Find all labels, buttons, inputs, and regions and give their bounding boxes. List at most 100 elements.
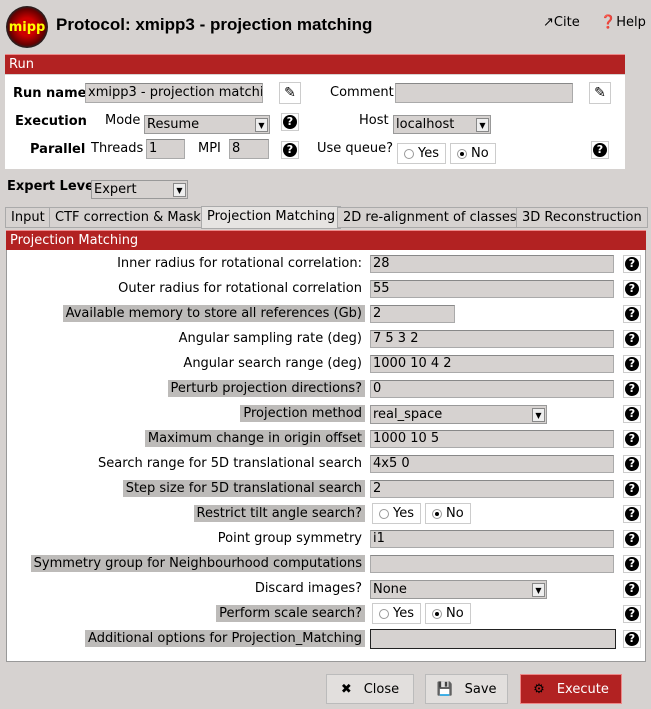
chevron-down-icon: ▼	[255, 118, 268, 132]
cite-link[interactable]: ↗Cite	[543, 15, 580, 30]
threads-label: Threads	[91, 141, 144, 156]
param-label-perturb-projection-directions: Perturb projection directions?	[167, 380, 365, 397]
help-icon[interactable]: ?	[623, 605, 641, 623]
close-icon: ✖	[340, 681, 352, 697]
no-radio[interactable]: No	[425, 603, 471, 624]
chevron-down-icon: ▼	[173, 183, 186, 197]
param-input-available-memory-to-store-all-references-gb[interactable]: 2	[370, 305, 455, 323]
param-label-discard-images: Discard images?	[254, 581, 362, 596]
param-input-search-range-for-5d-translational-search[interactable]: 4x5 0	[370, 455, 614, 473]
param-label-inner-radius-for-rotational-correlation: Inner radius for rotational correlation:	[117, 256, 362, 271]
param-label-symmetry-group-for-neighbourhood-computations: Symmetry group for Neighbourhood computa…	[30, 555, 365, 572]
param-label-search-range-for-5d-translational-search: Search range for 5D translational search	[98, 456, 362, 471]
tab-input[interactable]: Input	[5, 207, 51, 228]
help-icon[interactable]: ?	[623, 480, 641, 498]
param-input-angular-sampling-rate-deg[interactable]: 7 5 3 2	[370, 330, 614, 348]
queue-help-icon[interactable]: ?	[591, 141, 609, 159]
param-input-outer-radius-for-rotational-correlation[interactable]: 55	[370, 280, 614, 298]
host-label: Host	[359, 113, 389, 128]
tab-ctf-correction[interactable]: CTF correction & Mask	[49, 207, 207, 228]
help-icon[interactable]: ?	[623, 405, 641, 423]
param-input-maximum-change-in-origin-offset[interactable]: 1000 10 5	[370, 430, 614, 448]
param-label-maximum-change-in-origin-offset: Maximum change in origin offset	[144, 430, 365, 447]
queue-no-radio[interactable]: No	[450, 143, 496, 164]
param-input-inner-radius-for-rotational-correlation[interactable]: 28	[370, 255, 614, 273]
tab-3d-reconstruction[interactable]: 3D Reconstruction	[516, 207, 648, 228]
param-input-symmetry-group-for-neighbourhood-computations[interactable]	[370, 555, 614, 573]
tab-2d-realignment[interactable]: 2D re-alignment of classes	[337, 207, 523, 228]
execution-label: Execution	[15, 114, 87, 129]
param-input-point-group-symmetry[interactable]: i1	[370, 530, 614, 548]
param-label-outer-radius-for-rotational-correlation: Outer radius for rotational correlation	[118, 281, 362, 296]
run-name-label: Run name	[13, 86, 87, 101]
expert-level-select[interactable]: Expert ▼	[91, 180, 188, 199]
param-label-available-memory-to-store-all-references-gb: Available memory to store all references…	[62, 305, 365, 322]
chevron-down-icon: ▼	[532, 408, 545, 422]
chevron-down-icon: ▼	[532, 583, 545, 597]
param-label-additional-options-for-projection-matching: Additional options for Projection_Matchi…	[85, 630, 365, 647]
help-icon[interactable]: ?	[623, 280, 641, 298]
yes-radio[interactable]: Yes	[372, 603, 421, 624]
param-radio-group-perform-scale-search: Yes No	[372, 603, 471, 624]
threads-input[interactable]: 1	[146, 139, 185, 159]
help-icon[interactable]: ?	[623, 430, 641, 448]
run-section-header: Run	[5, 54, 625, 74]
help-icon[interactable]: ?	[623, 305, 641, 323]
comment-label: Comment	[330, 85, 394, 100]
expert-level-label: Expert Level	[7, 179, 99, 194]
help-icon[interactable]: ?	[623, 455, 641, 473]
help-icon[interactable]: ?	[623, 555, 641, 573]
param-radio-group-restrict-tilt-angle-search: Yes No	[372, 503, 471, 524]
mpi-label: MPI	[198, 141, 221, 156]
mode-select[interactable]: Resume ▼	[144, 115, 270, 134]
help-link[interactable]: ❓Help	[600, 15, 646, 30]
external-link-icon: ↗	[543, 15, 554, 30]
param-label-perform-scale-search: Perform scale search?	[216, 605, 365, 622]
yes-radio[interactable]: Yes	[372, 503, 421, 524]
param-input-angular-search-range-deg[interactable]: 1000 10 4 2	[370, 355, 614, 373]
parallel-help-icon[interactable]: ?	[281, 141, 299, 159]
help-icon: ❓	[600, 15, 617, 30]
help-icon[interactable]: ?	[623, 630, 641, 648]
param-label-point-group-symmetry: Point group symmetry	[217, 531, 362, 546]
mode-label: Mode	[105, 113, 141, 128]
param-select-projection-method[interactable]: real_space ▼	[370, 405, 547, 424]
use-queue-label: Use queue?	[317, 141, 394, 156]
edit-comment-pencil-icon[interactable]: ✎	[589, 82, 611, 104]
queue-yes-radio[interactable]: Yes	[397, 143, 446, 164]
mpi-input[interactable]: 8	[229, 139, 269, 159]
page-title: Protocol: xmipp3 - projection matching	[56, 15, 373, 34]
help-icon[interactable]: ?	[623, 330, 641, 348]
host-select[interactable]: localhost ▼	[393, 115, 491, 134]
param-label-angular-sampling-rate-deg: Angular sampling rate (deg)	[178, 331, 362, 346]
floppy-disk-icon: 💾	[436, 681, 453, 697]
parallel-label: Parallel	[30, 142, 86, 157]
help-icon[interactable]: ?	[623, 530, 641, 548]
comment-input[interactable]	[395, 83, 573, 103]
edit-run-name-pencil-icon[interactable]: ✎	[279, 82, 301, 104]
param-label-step-size-for-5d-translational-search: Step size for 5D translational search	[122, 480, 365, 497]
help-icon[interactable]: ?	[623, 505, 641, 523]
mode-help-icon[interactable]: ?	[281, 113, 299, 131]
param-label-angular-search-range-deg: Angular search range (deg)	[183, 356, 362, 371]
tab-projection-matching[interactable]: Projection Matching	[201, 206, 342, 229]
save-button[interactable]: 💾 Save	[425, 674, 508, 704]
gears-icon: ⚙	[533, 681, 545, 697]
param-input-additional-options-for-projection-matching[interactable]	[370, 629, 616, 649]
help-icon[interactable]: ?	[623, 255, 641, 273]
xmipp-logo: mipp	[6, 6, 48, 48]
no-radio[interactable]: No	[425, 503, 471, 524]
param-select-discard-images[interactable]: None ▼	[370, 580, 547, 599]
help-icon[interactable]: ?	[623, 580, 641, 598]
run-name-input[interactable]: xmipp3 - projection matching	[85, 83, 263, 103]
help-icon[interactable]: ?	[623, 355, 641, 373]
chevron-down-icon: ▼	[476, 118, 489, 132]
projection-matching-section-header: Projection Matching	[6, 230, 646, 250]
param-input-step-size-for-5d-translational-search[interactable]: 2	[370, 480, 614, 498]
param-label-projection-method: Projection method	[240, 405, 365, 422]
execute-button[interactable]: ⚙ Execute	[520, 674, 622, 704]
param-label-restrict-tilt-angle-search: Restrict tilt angle search?	[193, 505, 365, 522]
param-input-perturb-projection-directions[interactable]: 0	[370, 380, 614, 398]
help-icon[interactable]: ?	[623, 380, 641, 398]
close-button[interactable]: ✖ Close	[326, 674, 414, 704]
